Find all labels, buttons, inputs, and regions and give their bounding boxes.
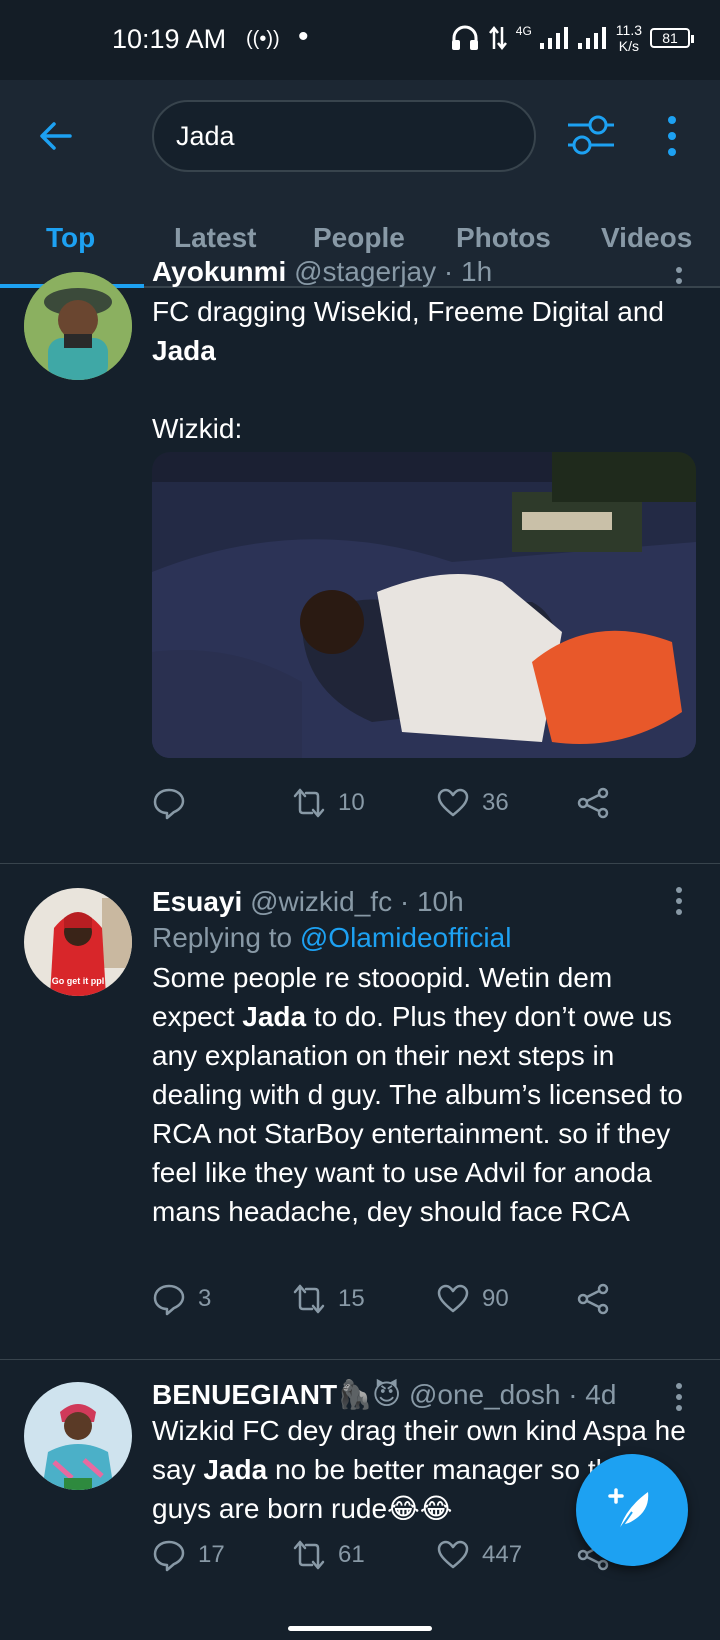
tab-people[interactable]: People xyxy=(313,222,405,254)
tweet-time: · 1h xyxy=(443,256,493,287)
status-bar: 10:19 AM ((•)) • 4G 11.3 K/s 81 xyxy=(0,0,720,80)
tweet-menu-icon[interactable] xyxy=(674,886,684,916)
tweet-text: Some people re stooopid. Wetin dem expec… xyxy=(152,958,692,1231)
tweet-author-name[interactable]: Ayokunmi xyxy=(152,256,286,287)
avatar[interactable] xyxy=(24,272,132,380)
headphones-icon xyxy=(451,25,478,50)
speed-unit: K/s xyxy=(618,38,639,54)
tab-videos[interactable]: Videos xyxy=(601,222,692,254)
tweet-text-part: Wizkid: xyxy=(152,413,243,444)
share-button[interactable] xyxy=(576,786,610,820)
tweet-header: Esuayi @wizkid_fc · 10h xyxy=(152,886,692,918)
home-indicator[interactable] xyxy=(288,1626,432,1631)
compose-tweet-button[interactable] xyxy=(576,1454,688,1566)
tweet-author-handle[interactable]: @stagerjay xyxy=(294,256,436,287)
tab-latest[interactable]: Latest xyxy=(174,222,256,254)
reply-button[interactable]: 3 xyxy=(152,1282,211,1316)
tab-photos[interactable]: Photos xyxy=(456,222,551,254)
search-query: Jada xyxy=(176,120,235,151)
tweet-image[interactable] xyxy=(152,452,696,758)
retweet-button[interactable]: 61 xyxy=(292,1538,365,1572)
reply-count: 3 xyxy=(198,1285,212,1312)
tweet-text-part: FC dragging Wisekid, Freeme Digital and xyxy=(152,296,664,327)
like-count: 36 xyxy=(482,789,509,816)
reply-icon xyxy=(153,1284,185,1316)
speed-value: 11.3 xyxy=(615,22,642,38)
network-speed: 11.3 K/s xyxy=(616,22,642,54)
tweet[interactable]: Ayokunmi @stagerjay · 1h FC dragging Wis… xyxy=(0,256,720,864)
replying-to: Replying to @Olamideofficial xyxy=(152,918,692,958)
tweet-menu-icon[interactable] xyxy=(674,266,684,296)
tweet-text: FC dragging Wisekid, Freeme Digital and … xyxy=(152,292,692,448)
back-arrow-icon[interactable] xyxy=(36,116,76,156)
tweet-menu-icon[interactable] xyxy=(674,1382,684,1412)
tweet-actions: 3 15 90 xyxy=(152,1282,642,1322)
retweet-count: 10 xyxy=(338,789,365,816)
tweet-actions: 10 36 xyxy=(152,786,642,826)
tweet-time: · 4d xyxy=(568,1379,617,1410)
notification-dot-icon: • xyxy=(298,20,309,53)
network-type: 4G xyxy=(515,24,532,38)
name-emojis: 🦍😈 xyxy=(337,1379,402,1410)
avatar-caption: Go get it ppl xyxy=(52,976,105,986)
search-highlight: Jada xyxy=(242,1001,307,1032)
heart-icon xyxy=(437,788,469,817)
heart-icon xyxy=(437,1284,469,1313)
like-button[interactable]: 36 xyxy=(436,786,509,820)
replying-prefix: Replying to xyxy=(152,922,293,953)
reply-count: 17 xyxy=(198,1541,225,1568)
replying-to-handle[interactable]: @Olamideofficial xyxy=(300,922,512,953)
signal-icon xyxy=(539,27,568,49)
tweet-author-name[interactable]: BENUEGIANT xyxy=(152,1379,337,1410)
filter-sliders-icon[interactable] xyxy=(566,112,616,158)
tab-top[interactable]: Top xyxy=(46,222,95,254)
status-icons: 4G 11.3 K/s 81 xyxy=(450,22,694,54)
status-time: 10:19 AM xyxy=(112,24,227,54)
reply-button[interactable] xyxy=(152,786,198,820)
heart-icon xyxy=(437,1540,469,1569)
tweet-actions: 17 61 447 xyxy=(152,1538,642,1578)
data-transfer-icon xyxy=(488,25,507,51)
retweet-count: 61 xyxy=(338,1541,365,1568)
reply-button[interactable]: 17 xyxy=(152,1538,225,1572)
avatar[interactable] xyxy=(24,1382,132,1490)
tweet-author-handle[interactable]: @wizkid_fc xyxy=(250,886,392,917)
search-highlight: Jada xyxy=(203,1454,268,1485)
share-icon xyxy=(577,1283,609,1315)
search-highlight: Jada xyxy=(152,335,216,366)
tweet-text-part: to do. Plus they don’t owe us any explan… xyxy=(152,1001,691,1227)
compose-feather-icon xyxy=(608,1488,649,1533)
share-icon xyxy=(577,787,609,819)
retweet-button[interactable]: 10 xyxy=(292,786,365,820)
tweet-header: Ayokunmi @stagerjay · 1h xyxy=(152,256,692,288)
battery-icon: 81 xyxy=(650,28,694,48)
like-count: 447 xyxy=(482,1541,523,1568)
search-header: Jada xyxy=(0,80,720,194)
reply-icon xyxy=(153,788,185,820)
tweet-header: BENUEGIANT🦍😈 @one_dosh · 4d xyxy=(152,1378,692,1411)
like-button[interactable]: 447 xyxy=(436,1538,522,1572)
like-count: 90 xyxy=(482,1285,509,1312)
tweet-author-name[interactable]: Esuayi xyxy=(152,886,242,917)
tweet-body: Esuayi @wizkid_fc · 10h Replying to @Ola… xyxy=(152,886,692,1231)
retweet-icon xyxy=(293,1540,325,1570)
tweet-body: Ayokunmi @stagerjay · 1h FC dragging Wis… xyxy=(152,256,692,448)
more-options-icon[interactable] xyxy=(660,114,684,158)
retweet-count: 15 xyxy=(338,1285,365,1312)
hotspot-icon: ((•)) xyxy=(246,28,280,50)
search-input[interactable]: Jada xyxy=(152,100,536,172)
signal-icon-2 xyxy=(577,27,606,49)
like-button[interactable]: 90 xyxy=(436,1282,509,1316)
avatar[interactable]: Go get it ppl xyxy=(24,888,132,996)
retweet-icon xyxy=(293,788,325,818)
battery-level: 81 xyxy=(662,30,678,46)
share-button[interactable] xyxy=(576,1282,610,1316)
reply-icon xyxy=(153,1540,185,1572)
retweet-button[interactable]: 15 xyxy=(292,1282,365,1316)
tweet-time: · 10h xyxy=(399,886,464,917)
tweet-author-handle[interactable]: @one_dosh xyxy=(409,1379,560,1410)
tweet[interactable]: Go get it ppl Esuayi @wizkid_fc · 10h Re… xyxy=(0,864,720,1360)
retweet-icon xyxy=(293,1284,325,1314)
